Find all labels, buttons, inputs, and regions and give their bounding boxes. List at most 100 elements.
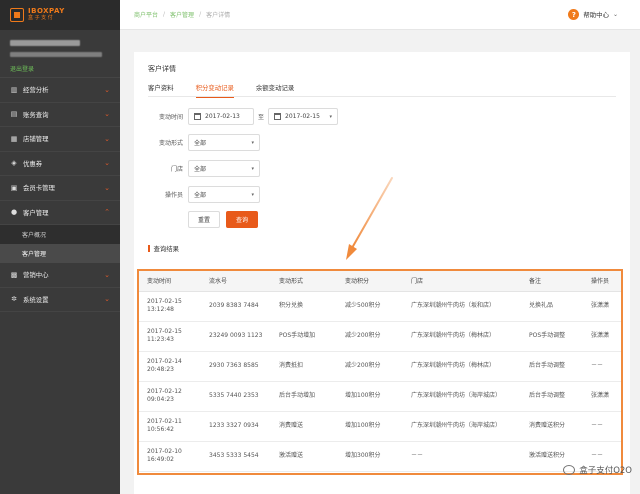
query-button[interactable]: 查询 (226, 211, 259, 228)
table-cell: 激活赠送 (271, 441, 337, 472)
marketing-icon: ▩ (10, 270, 18, 279)
date-to-value: 2017-02-15 (285, 113, 320, 120)
watermark-text: 盒子支付O2O (579, 466, 632, 476)
sidebar-item-coupons[interactable]: ◈ 优惠券 ⌄ (0, 152, 120, 176)
table-row: 2017-02-11 10:56:42 1233 3327 0934 消费赠送 … (139, 411, 621, 442)
type-select-value: 全部 (194, 140, 207, 147)
sidebar-item-label: 营销中心 (23, 271, 49, 280)
sidebar-subitem-overview[interactable]: 客户概况 (0, 225, 120, 244)
user-panel: 退出登录 (0, 30, 120, 78)
table-cell: 2017-02-11 10:56:42 (139, 411, 201, 442)
ledger-icon: ▤ (10, 110, 18, 119)
results-table: 变动时间 流水号 变动形式 变动积分 门店 备注 操作员 2017-02-15 … (139, 271, 621, 472)
sidebar-item-member-cards[interactable]: ▣ 会员卡管理 ⌄ (0, 176, 120, 201)
tab-balance-record[interactable]: 余额变动记录 (256, 83, 294, 96)
table-cell: POS手动增加 (271, 321, 337, 352)
store-select[interactable]: 全部 ▾ (188, 160, 260, 177)
sidebar-item-settings[interactable]: ✲ 系统设置 ⌄ (0, 288, 120, 312)
detail-tabs: 客户资料 积分变动记录 余额变动记录 (148, 83, 616, 98)
column-header: 操作员 (583, 271, 621, 292)
chevron-down-icon: ⌄ (104, 110, 110, 119)
table-cell: 3453 5333 5454 (201, 441, 271, 472)
card-icon: ▣ (10, 183, 18, 192)
gear-icon: ✲ (11, 295, 17, 304)
date-to-picker[interactable]: 2017-02-15 ▾ (268, 108, 339, 125)
sidebar-item-customers[interactable]: ● 客户管理 ⌃ (0, 201, 120, 225)
sidebar-item-label: 系统设置 (23, 295, 49, 304)
watermark: 盒子支付O2O (563, 464, 632, 476)
sidebar-item-marketing[interactable]: ▩ 营销中心 ⌄ (0, 263, 120, 288)
chevron-down-icon: ⌄ (104, 270, 110, 279)
chevron-down-icon: ▾ (251, 165, 254, 172)
user-name-blurred (10, 40, 80, 46)
breadcrumb-customer-manage[interactable]: 客户管理 (170, 10, 194, 19)
table-row: 2017-02-10 16:49:02 3453 5333 5454 激活赠送 … (139, 441, 621, 472)
breadcrumb-merchant-platform[interactable]: 商户平台 (134, 10, 158, 19)
table-cell: 广东深圳潮州牛肉坊（海岸城店） (403, 411, 521, 442)
tab-points-record[interactable]: 积分变动记录 (195, 83, 235, 98)
sidebar-item-stores[interactable]: ▦ 店铺管理 ⌄ (0, 127, 120, 152)
table-cell: 张潇潇 (583, 291, 621, 322)
wechat-icon (563, 465, 576, 475)
operator-label: 操作员 (164, 192, 183, 199)
table-cell: －－ (583, 411, 621, 442)
table-cell: 增加100积分 (337, 411, 403, 442)
sidebar-item-label: 优惠券 (23, 159, 43, 168)
table-cell: 广东深圳潮州牛肉坊（海岸城店） (403, 381, 521, 412)
chevron-down-icon: ⌄ (104, 183, 110, 192)
sidebar-nav: ▥ 经营分析 ⌄ ▤ 账务查询 ⌄ ▦ 店铺管理 ⌄ ◈ 优惠券 ⌄ ▣ 会员卡… (0, 78, 120, 312)
table-cell: 减少500积分 (337, 291, 403, 322)
table-cell: 2039 8383 7484 (201, 291, 271, 322)
chevron-down-icon: ▾ (251, 139, 254, 146)
user-icon: ● (10, 208, 18, 217)
chevron-down-icon: ⌄ (104, 159, 110, 168)
sidebar-item-label: 店铺管理 (23, 135, 49, 144)
table-cell: 张潇潇 (583, 321, 621, 352)
table-cell: 增加100积分 (337, 381, 403, 412)
type-select[interactable]: 全部 ▾ (188, 134, 260, 151)
table-cell: 消费赠送 (271, 411, 337, 442)
calendar-icon (274, 113, 282, 120)
customer-detail-panel: 客户详情 客户资料 积分变动记录 余额变动记录 变动时间 2017-02-13 … (134, 52, 630, 494)
results-table-highlight: 变动时间 流水号 变动形式 变动积分 门店 备注 操作员 2017-02-15 … (137, 269, 623, 475)
table-cell: 广东深圳潮州牛肉坊（梅林店） (403, 351, 521, 382)
table-cell: 2017-02-12 09:04:23 (139, 381, 201, 412)
reset-button[interactable]: 重置 (188, 211, 221, 228)
table-cell: POS手动调整 (521, 321, 583, 352)
sidebar-item-label: 经营分析 (23, 86, 49, 95)
table-cell: 增加300积分 (337, 441, 403, 472)
filter-form: 变动时间 2017-02-13 至 2017-02-15 ▾ 变动形式 全部 ▾… (148, 107, 616, 228)
date-from-picker[interactable]: 2017-02-13 (188, 108, 254, 125)
table-cell: 消费抵扣 (271, 351, 337, 382)
chevron-down-icon: ▾ (251, 191, 254, 198)
table-cell: 1233 3327 0934 (201, 411, 271, 442)
operator-select[interactable]: 全部 ▾ (188, 186, 260, 203)
logo-icon (10, 8, 24, 22)
breadcrumb-separator: / (163, 11, 166, 18)
column-header: 门店 (403, 271, 521, 292)
table-row: 2017-02-12 09:04:23 5335 7440 2353 后台手动增… (139, 381, 621, 412)
table-cell: 23249 0093 1123 (201, 321, 271, 352)
table-cell: 后台手动调整 (521, 381, 583, 412)
column-header: 变动时间 (139, 271, 201, 292)
column-header: 备注 (521, 271, 583, 292)
column-header: 变动积分 (337, 271, 403, 292)
table-row: 2017-02-15 11:23:43 23249 0093 1123 POS手… (139, 321, 621, 352)
help-center-button[interactable]: ? 帮助中心 ⌄ (568, 9, 618, 20)
calendar-icon (194, 113, 201, 120)
chevron-down-icon: ▾ (329, 113, 333, 120)
results-title: 查询结果 (148, 244, 616, 253)
sidebar-submenu-customers: 客户概况 客户管理 (0, 225, 120, 263)
brand-logo[interactable]: IBOXPAY 盒 子 支 付 (0, 0, 120, 30)
logout-link[interactable]: 退出登录 (10, 64, 110, 73)
sidebar-item-analysis[interactable]: ▥ 经营分析 ⌄ (0, 78, 120, 103)
type-label: 变动形式 (158, 140, 183, 147)
table-cell: 减少200积分 (337, 351, 403, 382)
tab-customer-info[interactable]: 客户资料 (148, 83, 174, 96)
table-cell: 消费赠送积分 (521, 411, 583, 442)
date-from-value: 2017-02-13 (205, 113, 240, 120)
table-cell: 2930 7363 8585 (201, 351, 271, 382)
sidebar-subitem-customer-manage[interactable]: 客户管理 (0, 244, 120, 263)
time-label: 变动时间 (158, 114, 183, 121)
sidebar-item-accounts[interactable]: ▤ 账务查询 ⌄ (0, 103, 120, 127)
